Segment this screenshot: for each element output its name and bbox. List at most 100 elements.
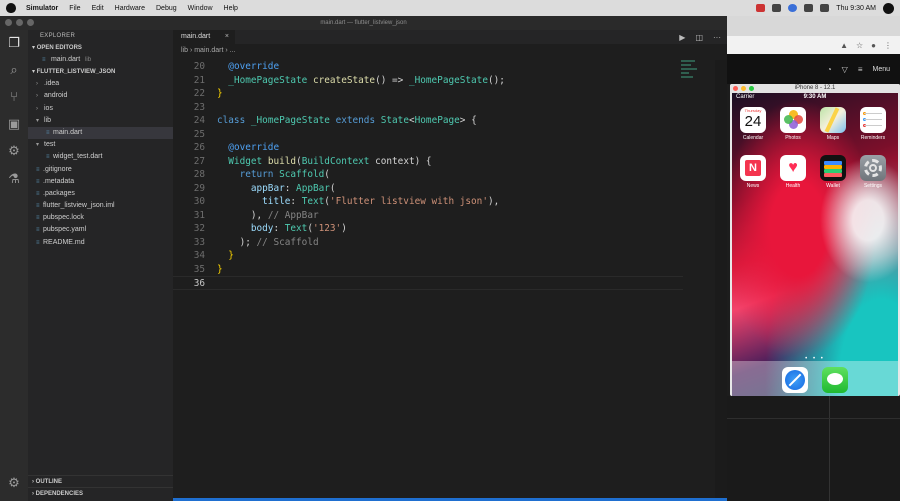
open-editor-item[interactable]: ≡ main.dart lib [28, 54, 173, 66]
code-line[interactable]: 29 appBar: AppBar( [173, 182, 683, 196]
code-line[interactable]: 28 return Scaffold( [173, 168, 683, 182]
search-status-icon[interactable] [883, 2, 894, 14]
tree-item[interactable]: ≡ pubspec.lock [28, 212, 173, 224]
menu-app-name[interactable]: Simulator [26, 5, 58, 12]
mac-menubar: Simulator File Edit Hardware Debug Windo… [0, 0, 900, 16]
source-control-icon[interactable]: ⑂ [7, 90, 21, 104]
app-reminders[interactable]: Reminders [860, 107, 886, 141]
minimize-window-icon[interactable] [741, 86, 746, 91]
iphone-home-screen[interactable]: Carrier 9:30 AM Thursday 24 Calendar Pho… [732, 93, 898, 396]
debug-icon[interactable]: ▣ [7, 117, 21, 131]
app-health[interactable]: ♥ Health [780, 155, 806, 189]
split-editor-icon[interactable]: ◫ [695, 33, 703, 42]
wifi-status-icon[interactable] [804, 4, 814, 12]
run-icon[interactable]: ▶ [679, 33, 685, 42]
code-line[interactable]: 21 _HomePageState createState() => _Home… [173, 74, 683, 88]
battery-status-icon[interactable] [820, 4, 830, 12]
app-status-icon[interactable] [788, 4, 798, 12]
hamburger-icon[interactable]: ≡ [858, 65, 863, 74]
menu-hardware[interactable]: Hardware [115, 5, 145, 12]
line-number: 28 [193, 169, 205, 180]
app-maps[interactable]: Maps [820, 107, 846, 141]
tree-item[interactable]: › android [28, 90, 173, 102]
code-line[interactable]: 32 body: Text('123') [173, 222, 683, 236]
tree-item[interactable]: › ios [28, 103, 173, 115]
more-actions-icon[interactable]: ··· [713, 33, 721, 42]
extensions-icon[interactable]: ⚙ [7, 144, 21, 158]
tree-item[interactable]: ≡ pubspec.yaml [28, 224, 173, 236]
tree-item[interactable]: ≡ README.md [28, 237, 173, 249]
tree-item[interactable]: ▾ lib [28, 115, 173, 127]
history-icon[interactable]: ◔ [827, 65, 832, 74]
explorer-files-icon[interactable]: ❐ [7, 36, 21, 50]
close-window-icon[interactable] [733, 86, 738, 91]
code-lines[interactable]: 20 @override 21 _HomePageState createStat… [173, 60, 683, 290]
profile-icon[interactable]: ● [871, 41, 876, 50]
app-calendar[interactable]: Thursday 24 Calendar [740, 107, 766, 141]
tree-item[interactable]: › .idea [28, 78, 173, 90]
code-line[interactable]: 25 [173, 128, 683, 142]
code-line[interactable]: 33 ); // Scaffold [173, 236, 683, 250]
dock-safari[interactable] [782, 367, 808, 393]
code-line[interactable]: 27 Widget build(BuildContext context) { [173, 155, 683, 169]
flask-icon[interactable]: ⚗ [7, 172, 21, 186]
menu-window[interactable]: Window [188, 5, 213, 12]
project-section[interactable]: ▾ FLUTTER_LISTVIEW_JSON [28, 66, 173, 78]
close-window-icon[interactable] [5, 19, 12, 26]
code-line[interactable]: 31 ), // AppBar [173, 209, 683, 223]
tree-item[interactable]: ≡ .packages [28, 188, 173, 200]
menu-edit[interactable]: Edit [92, 5, 104, 12]
tree-item[interactable]: ▾ test [28, 139, 173, 151]
menu-file[interactable]: File [69, 5, 80, 12]
extension-icon[interactable]: ▲ [840, 41, 848, 50]
code-token: Text [301, 196, 325, 207]
code-line[interactable]: 34 } [173, 249, 683, 263]
app-settings[interactable]: Settings [860, 155, 886, 189]
zoom-window-icon[interactable] [749, 86, 754, 91]
tree-item[interactable]: ≡ .gitignore [28, 164, 173, 176]
menu-help[interactable]: Help [224, 5, 238, 12]
code-line[interactable]: 24 class _HomePageState extends State<Hom… [173, 114, 683, 128]
app-wallet[interactable]: Wallet [820, 155, 846, 189]
dock-messages[interactable] [822, 367, 848, 393]
code-line[interactable]: 20 @override [173, 60, 683, 74]
extension-status-icon[interactable] [772, 4, 782, 12]
browser-menu-icon[interactable]: ⋮ [884, 41, 892, 50]
dependencies-section[interactable]: › DEPENDENCIES [28, 487, 173, 499]
tree-item-label: main.dart [53, 128, 83, 136]
breadcrumb[interactable]: lib › main.dart › ... [173, 44, 727, 58]
minimize-window-icon[interactable] [16, 19, 23, 26]
outline-section[interactable]: › OUTLINE [28, 475, 173, 487]
tree-item[interactable]: ≡ main.dart [28, 126, 173, 140]
minimap[interactable] [681, 60, 699, 100]
bookmark-star-icon[interactable]: ☆ [856, 41, 863, 50]
tab-main-dart[interactable]: main.dart × [173, 30, 235, 44]
search-icon[interactable]: ⌕ [7, 63, 21, 77]
code-token: _HomePageState [408, 74, 488, 86]
menubar-clock[interactable]: Thu 9:30 AM [836, 5, 876, 12]
code-line[interactable]: 26 @override [173, 141, 683, 155]
app-news[interactable]: N News [740, 155, 766, 189]
page-menu-label[interactable]: Menu [872, 66, 890, 73]
zoom-window-icon[interactable] [27, 19, 34, 26]
code-line[interactable]: 23 [173, 101, 683, 115]
code-token: // AppBar [267, 209, 319, 221]
close-icon[interactable]: × [225, 30, 229, 44]
tree-item[interactable]: ≡ .metadata [28, 176, 173, 188]
editor-scrollbar[interactable] [715, 60, 727, 501]
code-line[interactable]: 30 title: Text('Flutter listview with js… [173, 195, 683, 209]
tree-item[interactable]: ≡ widget_test.dart [28, 151, 173, 163]
menu-debug[interactable]: Debug [156, 5, 177, 12]
tree-item[interactable]: ≡ flutter_listview_json.iml [28, 200, 173, 212]
apple-menu-icon[interactable] [6, 3, 16, 13]
manage-gear-icon[interactable]: ⚙ [7, 476, 21, 490]
code-line[interactable]: 36 [173, 276, 683, 290]
open-editors-section[interactable]: ▾ OPEN EDITORS [28, 42, 173, 54]
filter-icon[interactable]: ▽ [842, 65, 848, 74]
record-status-icon[interactable] [756, 4, 766, 12]
news-glyph: N [745, 160, 761, 176]
app-photos[interactable]: Photos [780, 107, 806, 141]
code-line[interactable]: 22} [173, 87, 683, 101]
code-line[interactable]: 35} [173, 263, 683, 277]
